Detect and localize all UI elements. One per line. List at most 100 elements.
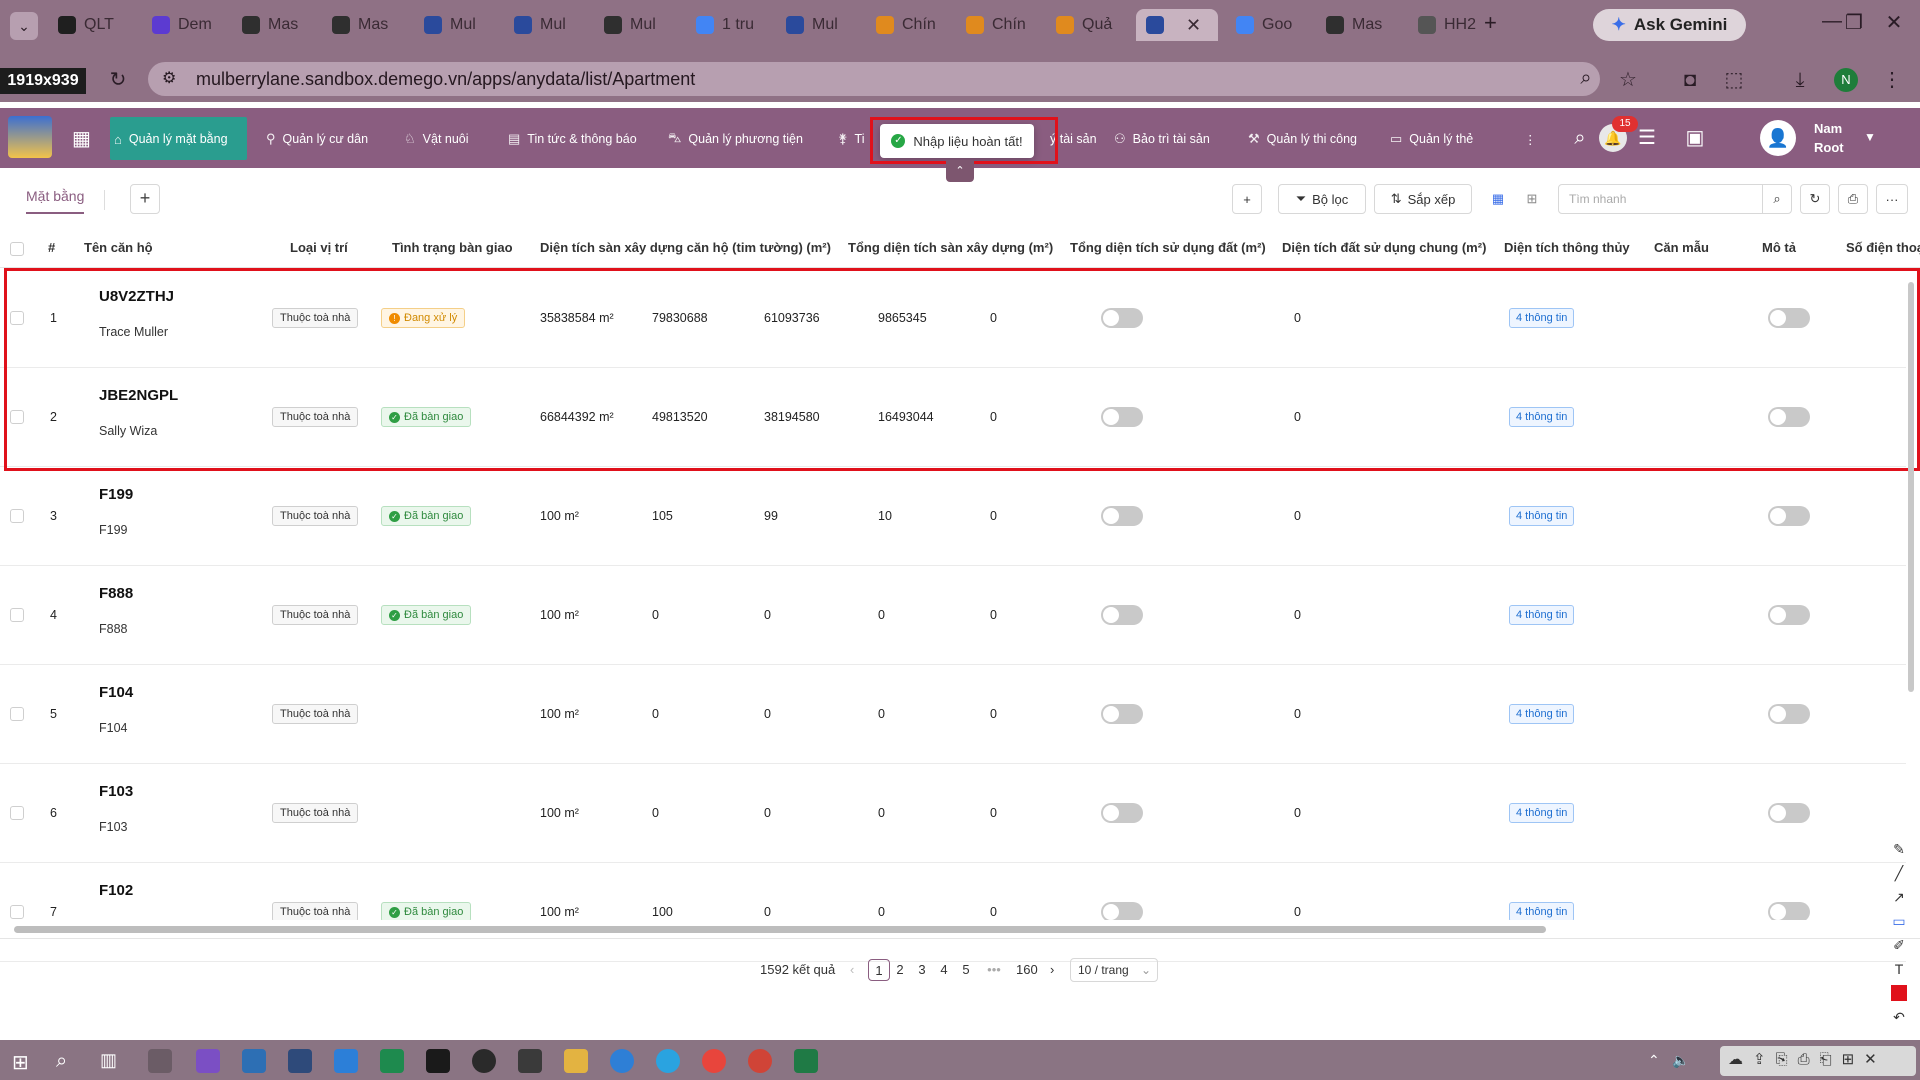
info-count-chip[interactable]: 4 thông tin — [1509, 902, 1575, 922]
apartment-code[interactable]: F103 — [99, 783, 133, 800]
column-header[interactable]: Loại vị trí — [290, 240, 348, 255]
row-checkbox[interactable] — [10, 806, 24, 820]
browser-tab[interactable]: Mul — [594, 9, 678, 41]
camera-icon[interactable]: ◘ — [1676, 66, 1704, 94]
page-number[interactable]: 3 — [912, 959, 932, 981]
app-icon-4[interactable] — [288, 1049, 312, 1073]
bookmark-star-icon[interactable]: ☆ — [1614, 66, 1642, 94]
collapse-header-icon[interactable]: ⌃ — [946, 160, 974, 182]
browser-tab[interactable]: Mul — [504, 9, 588, 41]
url-bar[interactable]: ⚙ mulberrylane.sandbox.demego.vn/apps/an… — [148, 62, 1600, 96]
browser-tab[interactable]: Mul — [776, 9, 860, 41]
table-row[interactable]: 3 F199 F199 Thuộc toà nhà ✓ Đã bàn giao 100 m²… — [0, 467, 1906, 566]
prev-page-icon[interactable]: ‹ — [850, 959, 854, 981]
reload-icon[interactable]: ↻ — [104, 66, 132, 94]
add-record-button[interactable]: + — [1232, 184, 1262, 214]
search-icon[interactable]: ⌕ — [1566, 124, 1594, 152]
arrow-tool-icon[interactable]: ↗ — [1888, 886, 1910, 908]
excel-icon[interactable] — [794, 1049, 818, 1073]
undo-icon[interactable]: ↶ — [1888, 1006, 1910, 1028]
description-toggle[interactable] — [1768, 605, 1810, 625]
file-explorer-icon[interactable] — [564, 1049, 588, 1073]
tray-chevron-icon[interactable]: ⌃ — [1648, 1052, 1660, 1069]
app-icon-6[interactable] — [380, 1049, 404, 1073]
vscode-icon[interactable] — [334, 1049, 358, 1073]
browser-tab[interactable]: Quả — [1046, 9, 1130, 41]
browser-tab[interactable]: HH2 — [1408, 9, 1492, 41]
user-info[interactable]: Nam Root — [1814, 119, 1844, 157]
browser-tab[interactable]: QLT — [48, 9, 132, 41]
browser-tab[interactable]: Mul — [414, 9, 498, 41]
description-toggle[interactable] — [1768, 704, 1810, 724]
add-view-button[interactable]: + — [130, 184, 160, 214]
app-icon-8[interactable] — [472, 1049, 496, 1073]
info-count-chip[interactable]: 4 thông tin — [1509, 506, 1575, 526]
apartment-code[interactable]: F199 — [99, 486, 133, 503]
page-number[interactable]: 1 — [868, 959, 890, 981]
column-header[interactable]: Tổng diện tích sử dụng đất (m²) — [1070, 240, 1266, 255]
telegram-icon[interactable] — [656, 1049, 680, 1073]
browser-tab[interactable]: ✕ — [1136, 9, 1218, 41]
column-header[interactable]: Căn mẫu — [1654, 240, 1709, 255]
search-submit-icon[interactable]: ⌕ — [1762, 184, 1792, 214]
nav-item[interactable]: ⚵ Ti — [838, 118, 864, 160]
column-header[interactable]: # — [48, 240, 55, 255]
nav-item[interactable]: ▭ Quản lý thẻ — [1390, 118, 1473, 160]
column-header[interactable]: Diện tích sàn xây dựng căn hộ (tim tường… — [540, 240, 831, 255]
profile-avatar[interactable]: N — [1834, 68, 1858, 92]
row-checkbox[interactable] — [10, 509, 24, 523]
row-checkbox[interactable] — [10, 905, 24, 919]
browser-tab[interactable]: Mas — [322, 9, 406, 41]
nav-item[interactable]: ⚲ Quản lý cư dân — [266, 118, 368, 160]
export-icon[interactable]: ⎙ — [1838, 184, 1868, 214]
apartment-code[interactable]: F102 — [99, 882, 133, 899]
download-icon[interactable]: ⤓ — [1786, 66, 1814, 94]
new-tab-icon[interactable]: + — [1484, 10, 1497, 36]
browser-tab[interactable]: Mas — [1316, 9, 1400, 41]
vertical-scrollbar[interactable] — [1908, 282, 1914, 692]
next-page-icon[interactable]: › — [1050, 959, 1054, 981]
zalo-icon[interactable] — [610, 1049, 634, 1073]
user-avatar[interactable]: 👤 — [1760, 120, 1796, 156]
extensions-icon[interactable]: ⬚ — [1720, 66, 1748, 94]
column-header[interactable]: Tình trạng bàn giao — [392, 240, 513, 255]
site-settings-icon[interactable]: ⚙ — [162, 68, 176, 88]
chrome-profile-icon[interactable] — [748, 1049, 772, 1073]
select-all-checkbox[interactable] — [10, 242, 24, 256]
nav-item[interactable]: ⚒ Quản lý thi công — [1248, 118, 1357, 160]
column-header[interactable]: Số điện thoạ — [1846, 240, 1920, 255]
description-toggle[interactable] — [1768, 506, 1810, 526]
browser-tab[interactable]: Chín — [866, 9, 950, 41]
marker-tool-icon[interactable]: ✐ — [1888, 934, 1910, 956]
page-number[interactable]: 2 — [890, 959, 910, 981]
grid-view-icon[interactable]: ⊞ — [1516, 184, 1548, 214]
apartment-code[interactable]: F888 — [99, 585, 133, 602]
maximize-icon[interactable]: ❐ — [1834, 10, 1874, 35]
column-header[interactable]: Mô tả — [1762, 240, 1796, 255]
task-view-icon[interactable]: ▥ — [100, 1050, 117, 1071]
table-view-icon[interactable]: ▦ — [1482, 184, 1514, 214]
page-number[interactable]: 4 — [934, 959, 954, 981]
page-number[interactable]: ••• — [984, 959, 1004, 981]
browser-tab[interactable]: Dem — [142, 9, 226, 41]
camera-app-icon[interactable] — [148, 1049, 172, 1073]
windows-start-icon[interactable]: ⊞ — [12, 1050, 29, 1075]
volume-icon[interactable]: 🔈 — [1672, 1052, 1689, 1069]
task-list-icon[interactable]: ☰ — [1633, 124, 1661, 152]
table-row[interactable]: 4 F888 F888 Thuộc toà nhà ✓ Đã bàn giao 100 m²… — [0, 566, 1906, 665]
nav-item[interactable]: ⚇ Bảo trì tài sản — [1114, 118, 1210, 160]
browser-tab[interactable]: Chín — [956, 9, 1040, 41]
calendar-icon[interactable]: ▣ — [1681, 124, 1709, 152]
nav-item[interactable]: ⛍ Quản lý phương tiện — [668, 118, 803, 160]
ask-gemini-button[interactable]: ✦ Ask Gemini — [1593, 9, 1746, 41]
sample-unit-toggle[interactable] — [1101, 902, 1143, 922]
browser-tab[interactable]: Goo — [1226, 9, 1310, 41]
rectangle-tool-icon[interactable]: ▭ — [1888, 910, 1910, 932]
quick-search-input[interactable]: Tìm nhanh — [1558, 184, 1764, 214]
row-checkbox[interactable] — [10, 707, 24, 721]
browser-menu-icon[interactable]: ⋮ — [1878, 66, 1906, 94]
nav-item[interactable]: ♘ Vật nuôi — [404, 118, 469, 160]
info-count-chip[interactable]: 4 thông tin — [1509, 704, 1575, 724]
close-tab-icon[interactable]: ✕ — [1186, 15, 1201, 36]
table-row[interactable]: 6 F103 F103 Thuộc toà nhà 100 m² 0 0 0 0 0 4 thông… — [0, 764, 1906, 863]
